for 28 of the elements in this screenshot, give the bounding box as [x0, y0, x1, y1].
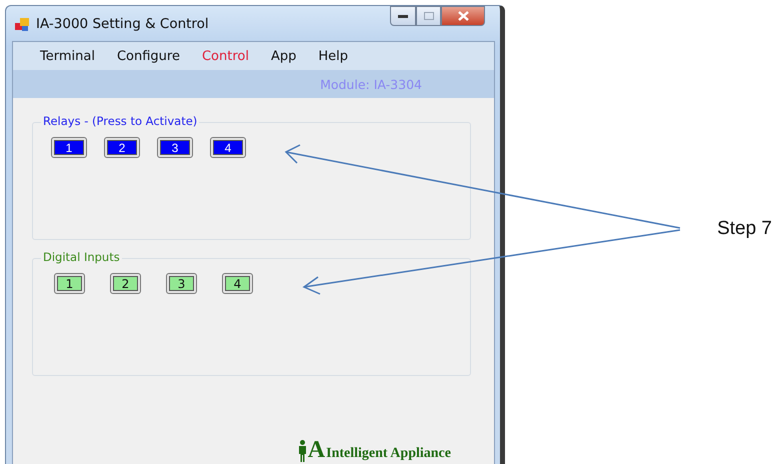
- relay-button[interactable]: 2: [104, 137, 140, 158]
- input-lamp: 1: [54, 273, 85, 294]
- menu-item[interactable]: Control: [190, 48, 260, 64]
- minimize-button[interactable]: [390, 6, 416, 26]
- relay-button[interactable]: 4: [210, 137, 246, 158]
- relay-button[interactable]: 1: [51, 137, 87, 158]
- close-icon: [458, 11, 468, 21]
- app-icon: [14, 16, 30, 32]
- maximize-button[interactable]: [416, 6, 441, 26]
- minimize-icon: [398, 14, 408, 18]
- logo-text: Intelligent Appliance: [326, 446, 451, 462]
- input-lamp: 2: [110, 273, 141, 294]
- group-title: Relays - (Press to Activate): [41, 114, 200, 128]
- input-lamp: 3: [166, 273, 197, 294]
- annotation-label: Step 7: [717, 218, 772, 241]
- logo-mark: A: [308, 438, 326, 462]
- person-icon: [298, 440, 307, 462]
- module-label: Module: IA-3304: [320, 76, 422, 92]
- menu-item[interactable]: Configure: [106, 48, 191, 64]
- menu-item[interactable]: App: [260, 48, 308, 64]
- input-lamp: 4: [222, 273, 253, 294]
- menu-item[interactable]: Help: [307, 48, 360, 64]
- close-button[interactable]: [441, 6, 485, 26]
- relay-button[interactable]: 3: [157, 137, 193, 158]
- group-title: Digital Inputs: [41, 250, 122, 264]
- window-title: IA-3000 Setting & Control: [36, 16, 210, 32]
- menu-item[interactable]: Terminal: [29, 48, 106, 64]
- maximize-icon: [424, 12, 434, 20]
